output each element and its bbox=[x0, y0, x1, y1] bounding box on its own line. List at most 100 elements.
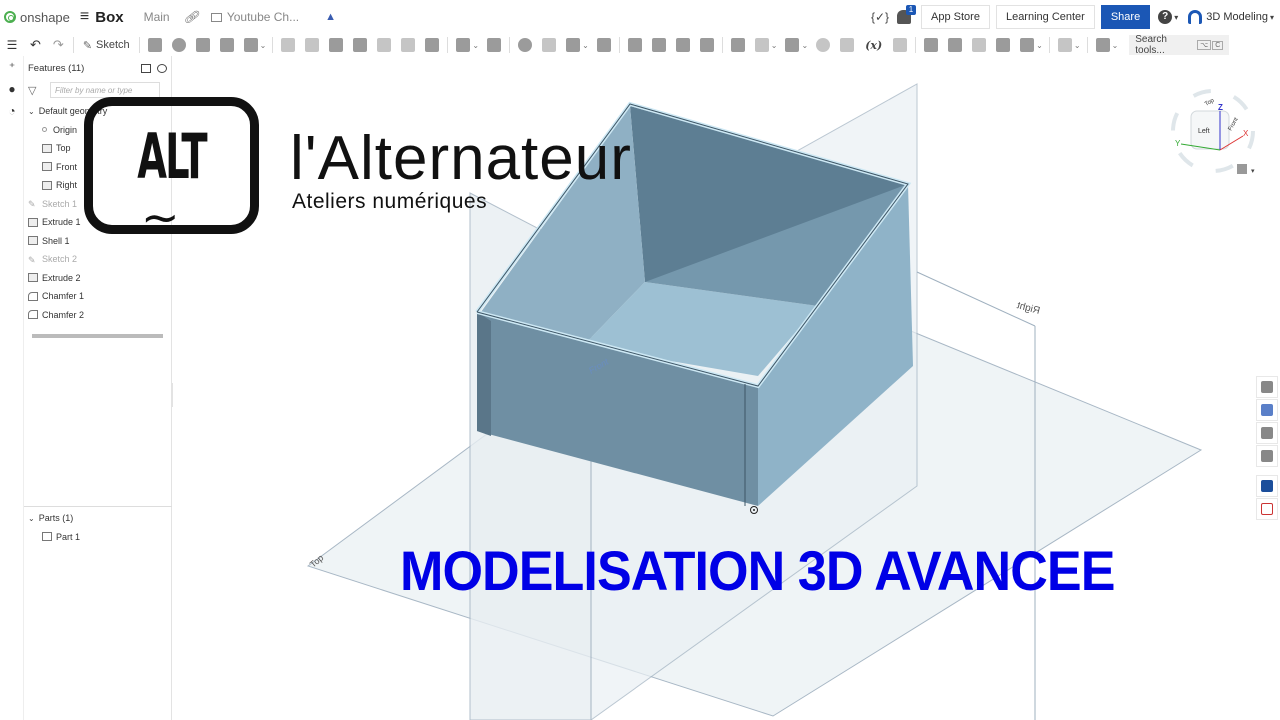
chevron-down-icon[interactable]: ⌄ bbox=[1036, 41, 1043, 50]
variables-icon[interactable]: {✓} bbox=[871, 10, 889, 24]
revolve-icon[interactable] bbox=[171, 38, 186, 52]
transform-icon[interactable] bbox=[566, 38, 581, 52]
folder-name: Youtube Ch... bbox=[226, 10, 300, 24]
workspace-name[interactable]: Main bbox=[144, 10, 170, 24]
undo-icon[interactable]: ↶ bbox=[30, 37, 41, 53]
chamfer-icon[interactable] bbox=[305, 38, 320, 52]
extrude-icon[interactable] bbox=[147, 38, 162, 52]
menu-icon[interactable]: ≡ bbox=[80, 8, 89, 26]
logo-tilde: ~ bbox=[141, 190, 180, 244]
app-store-button[interactable]: App Store bbox=[921, 5, 990, 29]
folder-breadcrumb[interactable]: Youtube Ch... bbox=[210, 10, 300, 24]
chevron-down-icon[interactable]: ⌄ bbox=[28, 514, 35, 523]
rib-icon[interactable] bbox=[353, 38, 368, 52]
learning-center-button[interactable]: Learning Center bbox=[995, 5, 1095, 29]
delete-face-icon[interactable] bbox=[651, 38, 666, 52]
modify-fillet-icon[interactable] bbox=[627, 38, 642, 52]
help-icon[interactable]: ? bbox=[1158, 10, 1173, 24]
sweep-icon[interactable] bbox=[195, 38, 210, 52]
chamfer-icon bbox=[28, 310, 38, 320]
feature-label: Extrude 2 bbox=[42, 272, 81, 283]
onshape-logo[interactable]: onshape bbox=[4, 10, 70, 25]
chevron-down-icon[interactable]: ⌄ bbox=[472, 41, 479, 50]
wrap-icon[interactable] bbox=[1020, 38, 1035, 52]
helix-icon[interactable] bbox=[785, 38, 800, 52]
surface-icon[interactable] bbox=[972, 38, 987, 52]
loft-icon[interactable] bbox=[219, 38, 234, 52]
help-dropdown-icon[interactable]: ▾ bbox=[1174, 13, 1178, 22]
chevron-down-icon[interactable]: ⌄ bbox=[801, 41, 808, 50]
brand-name: onshape bbox=[20, 9, 70, 25]
chevron-down-icon[interactable]: ⌄ bbox=[582, 41, 589, 50]
learning-cap-icon[interactable]: ▲ bbox=[325, 11, 336, 23]
configuration-panel-button[interactable] bbox=[1256, 399, 1278, 421]
document-title[interactable]: Box bbox=[95, 9, 123, 26]
sketch-button[interactable]: ✎ Sketch bbox=[83, 39, 130, 52]
insert-feature-icon[interactable]: ⁺ bbox=[0, 56, 24, 78]
box-front-wall-left bbox=[477, 312, 491, 436]
link-icon[interactable]: 🔗︎ bbox=[184, 10, 199, 24]
shortcut-key: C bbox=[1212, 40, 1224, 50]
chevron-down-icon[interactable]: ⌄ bbox=[28, 107, 35, 116]
part-icon bbox=[42, 532, 52, 542]
split-icon[interactable] bbox=[542, 38, 557, 52]
variable-icon[interactable]: (x) bbox=[865, 39, 882, 52]
rollback-icon[interactable] bbox=[816, 38, 831, 52]
folder-icon bbox=[210, 12, 222, 22]
draft-icon[interactable] bbox=[329, 38, 344, 52]
boolean-icon[interactable] bbox=[518, 38, 533, 52]
feature-item-extrude-2[interactable]: Extrude 2 bbox=[28, 269, 167, 288]
feature-label: Sketch 1 bbox=[42, 198, 78, 209]
search-tools-input[interactable]: Search tools... ⌥ C bbox=[1129, 34, 1230, 56]
delete-part-icon[interactable] bbox=[596, 38, 611, 52]
stopwatch-icon[interactable]: ◔ bbox=[0, 100, 24, 122]
display-mode-icon[interactable] bbox=[1095, 38, 1110, 52]
mass-properties-button[interactable] bbox=[1256, 422, 1278, 444]
share-button[interactable]: Share bbox=[1100, 5, 1151, 29]
custom-app-button[interactable] bbox=[1256, 475, 1278, 497]
chevron-down-icon[interactable]: ⌄ bbox=[260, 41, 267, 50]
notifications-icon[interactable]: 1 bbox=[897, 5, 917, 24]
redo-icon[interactable]: ↷ bbox=[53, 37, 64, 53]
comments-icon[interactable]: ● bbox=[0, 78, 24, 100]
left-rail: ⁺ ● ◔ bbox=[0, 56, 24, 720]
thicken-icon[interactable] bbox=[243, 38, 258, 52]
chevron-down-icon[interactable]: ⌄ bbox=[1074, 41, 1081, 50]
filter-input[interactable]: Filter by name or type bbox=[50, 82, 160, 98]
pattern-icon[interactable] bbox=[456, 38, 471, 52]
replace-face-icon[interactable] bbox=[699, 38, 714, 52]
sheet-metal-icon[interactable] bbox=[924, 38, 939, 52]
feature-list-toggle-icon[interactable]: ☰ bbox=[0, 34, 24, 56]
composite-part-icon[interactable] bbox=[893, 38, 908, 52]
derived-icon[interactable] bbox=[840, 38, 855, 52]
appearance-panel-button[interactable] bbox=[1256, 376, 1278, 398]
feature-label: Extrude 1 bbox=[42, 217, 81, 228]
chevron-down-icon[interactable]: ⌄ bbox=[1112, 41, 1119, 50]
part-item[interactable]: Part 1 bbox=[28, 528, 168, 547]
mirror-icon[interactable] bbox=[487, 38, 502, 52]
frame-icon[interactable] bbox=[948, 38, 963, 52]
mate-connector-icon[interactable] bbox=[754, 38, 769, 52]
version-app-button[interactable] bbox=[1256, 498, 1278, 520]
enclose-icon[interactable] bbox=[996, 38, 1011, 52]
move-face-icon[interactable] bbox=[675, 38, 690, 52]
filter-icon[interactable]: ▽ bbox=[28, 84, 42, 97]
shell-icon[interactable] bbox=[377, 38, 392, 52]
cylinder-icon[interactable] bbox=[425, 38, 440, 52]
fillet-icon[interactable] bbox=[281, 38, 296, 52]
parts-group[interactable]: ⌄ Parts (1) bbox=[28, 509, 168, 528]
add-folder-icon[interactable] bbox=[141, 63, 151, 73]
plane-icon[interactable] bbox=[730, 38, 745, 52]
stopwatch-icon[interactable] bbox=[157, 63, 167, 73]
user-menu[interactable]: 3D Modeling ▾ bbox=[1188, 10, 1274, 24]
plane-icon bbox=[42, 143, 52, 153]
hole-icon[interactable] bbox=[401, 38, 416, 52]
chevron-down-icon[interactable]: ⌄ bbox=[771, 41, 778, 50]
feature-item-chamfer-1[interactable]: Chamfer 1 bbox=[28, 287, 167, 306]
pencil-icon: ✎ bbox=[82, 39, 93, 52]
feature-item-sketch-2[interactable]: ✎ Sketch 2 bbox=[28, 250, 167, 269]
rollback-bar[interactable] bbox=[32, 334, 163, 338]
feature-item-chamfer-2[interactable]: Chamfer 2 bbox=[28, 306, 167, 325]
variables-panel-button[interactable] bbox=[1256, 445, 1278, 467]
section-view-icon[interactable] bbox=[1057, 38, 1072, 52]
